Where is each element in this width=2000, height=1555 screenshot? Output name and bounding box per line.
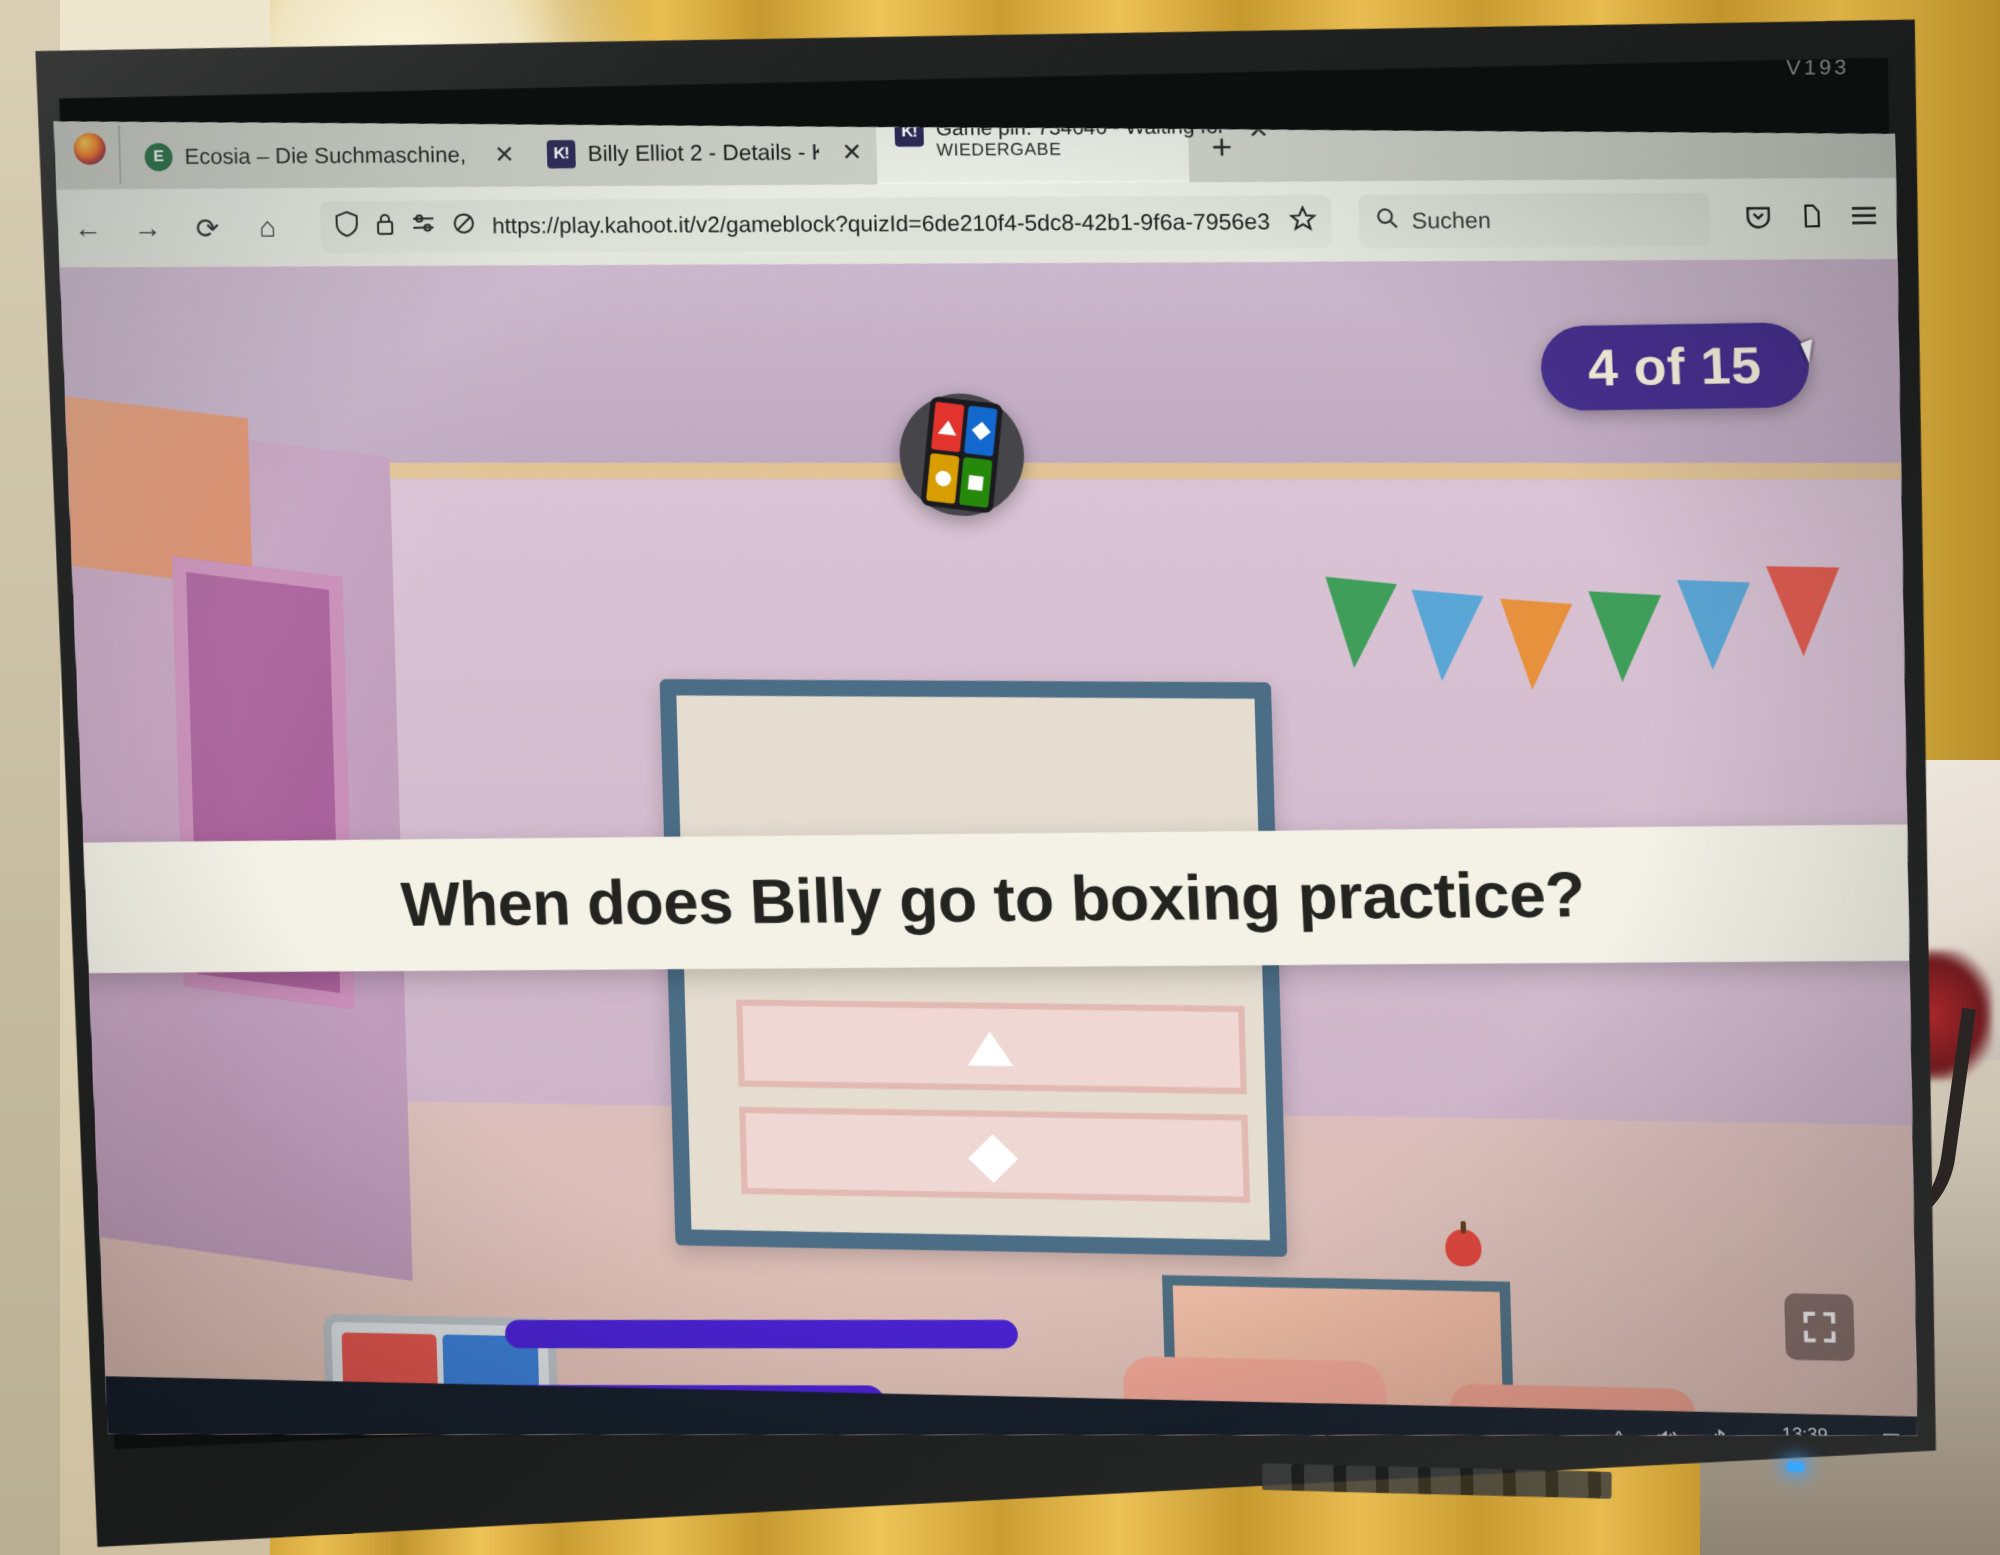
lock-icon[interactable]	[375, 212, 396, 242]
search-placeholder: Suchen	[1411, 207, 1492, 234]
ecosia-icon: E	[144, 143, 173, 171]
hamburger-menu-icon[interactable]	[1850, 204, 1879, 233]
account-icon[interactable]	[1798, 202, 1825, 236]
kahoot-game-area: Kahoot! 4 of 15	[54, 259, 1934, 1477]
back-button[interactable]: ←	[71, 212, 106, 244]
tabbar-divider	[118, 126, 122, 184]
triangle-shape-icon	[931, 402, 964, 453]
home-button[interactable]: ⌂	[250, 211, 285, 243]
search-input[interactable]: Suchen	[1358, 193, 1711, 249]
kahoot-shape-grid	[920, 396, 1003, 514]
square-shape-icon	[959, 457, 992, 508]
power-led	[1786, 1461, 1805, 1473]
monitor: V193 E Ecosia – Die Suchmaschine, die ✕ …	[0, 0, 1979, 1555]
reload-button[interactable]: ⟳	[190, 211, 225, 244]
screen: E Ecosia – Die Suchmaschine, die ✕ K! Bi…	[50, 93, 1934, 1478]
classroom-bunting	[1310, 570, 1914, 780]
new-tab-button[interactable]: +	[1188, 128, 1252, 183]
classroom-poster	[58, 395, 253, 588]
browser-nav-bar: ← → ⟳ ⌂ https://play.kahoot.it/v2/gamebl…	[52, 178, 1899, 268]
question-banner: When does Billy go to boxing practice?	[54, 824, 1934, 974]
tab-label: Ecosia – Die Suchmaschine, die	[184, 141, 473, 170]
search-icon	[1375, 207, 1399, 236]
tab-ecosia[interactable]: E Ecosia – Die Suchmaschine, die ✕	[126, 122, 530, 189]
url-bar[interactable]: https://play.kahoot.it/v2/gameblock?quiz…	[320, 195, 1332, 253]
diamond-shape-icon	[964, 405, 998, 456]
forward-button[interactable]: →	[130, 212, 165, 244]
monitor-brand-label: V193	[1786, 56, 1851, 80]
star-icon[interactable]	[1289, 205, 1317, 238]
pocket-icon[interactable]	[1744, 202, 1773, 236]
tab-close-icon[interactable]: ✕	[494, 140, 515, 169]
permissions-icon[interactable]	[411, 213, 436, 241]
url-text[interactable]: https://play.kahoot.it/v2/gameblock?quiz…	[492, 209, 1273, 240]
shield-icon[interactable]	[334, 211, 359, 243]
tab-billy-elliot[interactable]: K! Billy Elliot 2 - Details - Kahoot! ✕	[528, 120, 878, 187]
tab-close-icon[interactable]: ✕	[841, 137, 863, 167]
fullscreen-icon[interactable]	[1784, 1293, 1855, 1361]
tab-label: Billy Elliot 2 - Details - Kahoot!	[587, 139, 820, 167]
question-text: When does Billy go to boxing practice?	[399, 859, 1587, 940]
toolbar-right	[1737, 201, 1878, 236]
photo-scene: V193 E Ecosia – Die Suchmaschine, die ✕ …	[0, 0, 2000, 1555]
kahoot-icon: K!	[547, 140, 576, 168]
question-counter-badge: 4 of 15	[1539, 322, 1810, 411]
tab-sublabel: WIEDERGABE	[936, 139, 1062, 161]
circle-shape-icon	[926, 453, 959, 504]
timer-progress-bar-upper	[504, 1320, 1018, 1349]
autoplay-blocked-icon[interactable]	[451, 211, 476, 241]
apple-decoration	[1445, 1229, 1482, 1267]
